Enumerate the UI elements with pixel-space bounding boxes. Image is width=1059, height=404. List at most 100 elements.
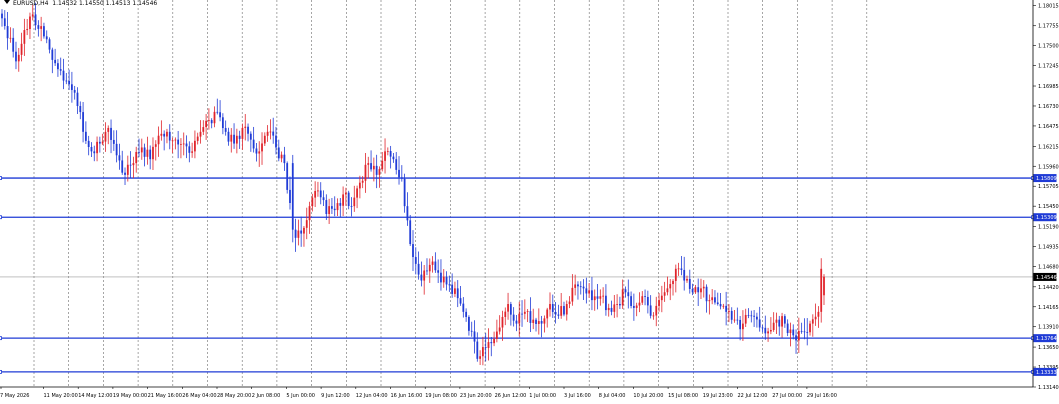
candle-body	[423, 270, 426, 281]
candle-body	[227, 131, 230, 142]
line-anchor-left[interactable]	[0, 336, 2, 341]
candle-body	[725, 305, 728, 312]
candle-body	[375, 165, 378, 175]
candle-body	[758, 319, 761, 328]
candle-body	[244, 126, 247, 128]
candle-body	[711, 297, 714, 301]
candle-body	[543, 318, 546, 324]
candle-body	[65, 80, 68, 82]
candle-body	[493, 338, 495, 344]
x-tick-label: 19 Jul 23:00	[703, 393, 733, 399]
candle-body	[135, 151, 138, 164]
candle-body	[658, 300, 660, 306]
candle-body	[48, 39, 51, 50]
x-tick-label: 22 Jul 12:00	[738, 393, 768, 399]
y-tick-label: 1.15705	[1038, 184, 1059, 190]
y-tick-label: 1.14935	[1038, 244, 1059, 250]
candle-body	[70, 84, 73, 90]
line-anchor-left[interactable]	[0, 215, 2, 220]
candle-body	[769, 329, 772, 332]
candle-body	[199, 131, 202, 137]
candle-body	[252, 139, 255, 149]
candle-body	[602, 295, 605, 297]
candle-body	[29, 16, 31, 29]
chart-canvas[interactable]: 1.18015 1.17755 1.17500 1.17245 1.16985 1.167…	[0, 0, 1059, 400]
candle-body	[635, 305, 638, 308]
candle-body	[266, 131, 269, 136]
candle-body	[481, 347, 484, 357]
candle-body	[152, 146, 154, 160]
candle-body	[412, 244, 414, 258]
candle-body	[154, 144, 157, 147]
candle-body	[331, 206, 333, 209]
candle-body	[336, 203, 339, 211]
candle-body	[406, 206, 409, 221]
candle-body	[166, 131, 168, 137]
price-chart[interactable]: 1.18015 1.17755 1.17500 1.17245 1.16985 1.167…	[0, 0, 1059, 400]
x-tick-label: 26 May 04:00	[182, 393, 216, 399]
candle-body	[649, 305, 652, 316]
candle-body	[708, 300, 711, 302]
candle-body	[386, 151, 389, 152]
candle-body	[490, 342, 493, 344]
candle-body	[686, 278, 688, 281]
candle-body	[677, 268, 680, 270]
candle-body	[403, 178, 406, 207]
candle-body	[392, 156, 395, 160]
candle-body	[817, 311, 820, 317]
candle-body	[300, 230, 303, 234]
y-tick-label: 1.17500	[1038, 44, 1059, 50]
candle-body	[800, 330, 803, 332]
candle-body	[9, 37, 12, 39]
candle-body	[440, 272, 442, 283]
candle-body	[674, 268, 677, 281]
candle-body	[177, 139, 180, 145]
candle-body	[395, 159, 398, 170]
candle-body	[1, 13, 3, 19]
dropdown-triangle-icon[interactable]	[4, 0, 10, 4]
candle-body	[744, 314, 747, 324]
x-tick-label: 2 Jun 08:00	[252, 393, 281, 399]
y-tick-label: 1.14165	[1038, 305, 1059, 311]
candle-body	[585, 288, 588, 294]
x-tick-label: 11 May 20:00	[44, 393, 78, 399]
candle-body	[210, 120, 213, 124]
candle-body	[451, 284, 454, 294]
x-tick-label: 3 Jul 16:00	[564, 393, 591, 399]
candle-body	[515, 320, 518, 324]
candle-body	[761, 327, 764, 329]
candle-body	[694, 287, 697, 293]
candle-body	[456, 288, 459, 299]
candle-body	[261, 143, 263, 152]
candle-body	[582, 286, 585, 289]
candle-body	[554, 311, 557, 315]
candle-body	[591, 290, 593, 301]
y-tick-label: 1.15960	[1038, 164, 1059, 170]
candle-body	[672, 280, 674, 285]
candle-body	[168, 131, 171, 141]
candle-body	[344, 192, 347, 195]
candle-body	[613, 304, 616, 312]
x-tick-label: 29 Jul 16:00	[807, 393, 837, 399]
candle-body	[473, 331, 476, 342]
candle-body	[814, 316, 817, 320]
candle-body	[663, 292, 666, 296]
candle-body	[753, 315, 756, 317]
candle-body	[588, 290, 591, 294]
line-anchor-left[interactable]	[0, 176, 2, 180]
candle-body	[163, 133, 166, 137]
candle-body	[185, 143, 188, 147]
line-anchor-left[interactable]	[0, 369, 2, 374]
candle-body	[434, 261, 437, 271]
candle-body	[12, 37, 15, 52]
candle-body	[249, 133, 252, 140]
candle-body	[286, 163, 289, 190]
candle-body	[235, 135, 238, 144]
candle-body	[697, 287, 700, 293]
candle-body	[171, 140, 174, 142]
candle-body	[755, 316, 758, 320]
candle-body	[593, 296, 596, 301]
candle-body	[325, 200, 328, 215]
candle-body	[146, 149, 149, 157]
candle-body	[73, 89, 76, 93]
